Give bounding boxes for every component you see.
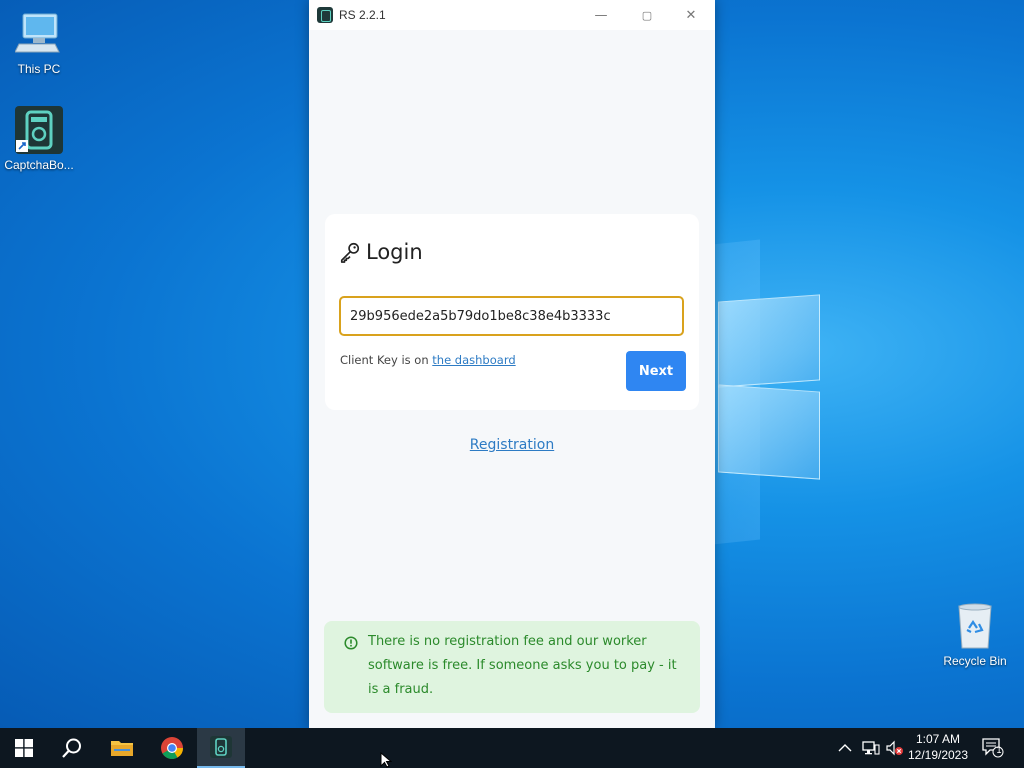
folder-icon	[111, 741, 133, 756]
close-button[interactable]: ✕	[669, 0, 713, 30]
info-notice: There is no registration fee and our wor…	[324, 621, 700, 713]
key-icon	[340, 242, 360, 263]
search-button[interactable]	[48, 728, 96, 768]
mouse-cursor-icon	[380, 752, 392, 768]
login-heading: Login	[339, 240, 423, 264]
network-icon	[862, 741, 880, 755]
network-button[interactable]	[862, 728, 880, 768]
taskbar-chrome[interactable]	[148, 728, 196, 768]
client-key-hint: Client Key is on the dashboard	[340, 353, 516, 367]
windows-wallpaper-logo	[718, 290, 822, 480]
app-logo-icon	[317, 7, 333, 23]
maximize-icon: ▢	[641, 8, 653, 22]
client-key-input[interactable]	[339, 296, 684, 336]
clock-time: 1:07 AM	[915, 732, 961, 746]
taskbar-file-explorer[interactable]	[98, 728, 146, 768]
hint-text: Client Key is on	[340, 353, 433, 367]
taskbar: 1:07 AM 12/19/2023 1	[0, 728, 1024, 768]
clock-date: 12/19/2023	[907, 748, 969, 762]
info-circle-icon	[344, 636, 358, 650]
minimize-button[interactable]: —	[579, 0, 623, 30]
desktop-icon-captchabot[interactable]: CaptchaBo...	[1, 106, 77, 172]
desktop-icon-recycle-bin[interactable]: Recycle Bin	[937, 602, 1013, 668]
window-title: RS 2.2.1	[339, 8, 386, 22]
taskbar-clock[interactable]: 1:07 AM 12/19/2023	[902, 731, 974, 763]
desktop-icon-this-pc[interactable]: This PC	[1, 10, 77, 76]
recycle-bin-icon	[951, 602, 999, 650]
notice-text: There is no registration fee and our wor…	[368, 634, 677, 697]
taskbar-captchabot[interactable]	[197, 728, 245, 768]
start-button[interactable]	[0, 728, 48, 768]
computer-icon	[14, 10, 63, 58]
desktop-icon-label: This PC	[17, 62, 61, 76]
chrome-icon	[161, 737, 183, 759]
window-titlebar[interactable]: RS 2.2.1 — ▢ ✕	[309, 0, 715, 30]
login-card: Login Client Key is on the dashboard Nex…	[325, 214, 699, 410]
next-button[interactable]: Next	[626, 351, 686, 391]
captchabot-app-icon	[15, 106, 63, 154]
minimize-icon: —	[594, 7, 608, 23]
desktop-icon-label: Recycle Bin	[943, 654, 1007, 668]
login-title: Login	[366, 240, 423, 264]
captchabot-taskbar-icon	[210, 736, 232, 758]
maximize-button[interactable]: ▢	[625, 0, 669, 30]
windows-start-icon	[15, 739, 33, 757]
desktop-icon-label: CaptchaBo...	[4, 158, 74, 172]
app-window: RS 2.2.1 — ▢ ✕ Login Client Key is on th…	[309, 0, 715, 728]
action-center-button[interactable]: 1	[982, 728, 1004, 768]
desktop: This PC CaptchaBo... Recycle Bin RS 2.2.…	[0, 0, 1024, 728]
search-icon	[62, 738, 81, 758]
dashboard-link[interactable]: the dashboard	[432, 353, 515, 367]
close-icon: ✕	[685, 7, 697, 23]
notification-count-badge: 1	[996, 745, 1002, 755]
chevron-up-icon	[838, 744, 852, 752]
show-hidden-icons-button[interactable]	[838, 728, 852, 768]
registration-link[interactable]: Registration	[309, 437, 715, 453]
